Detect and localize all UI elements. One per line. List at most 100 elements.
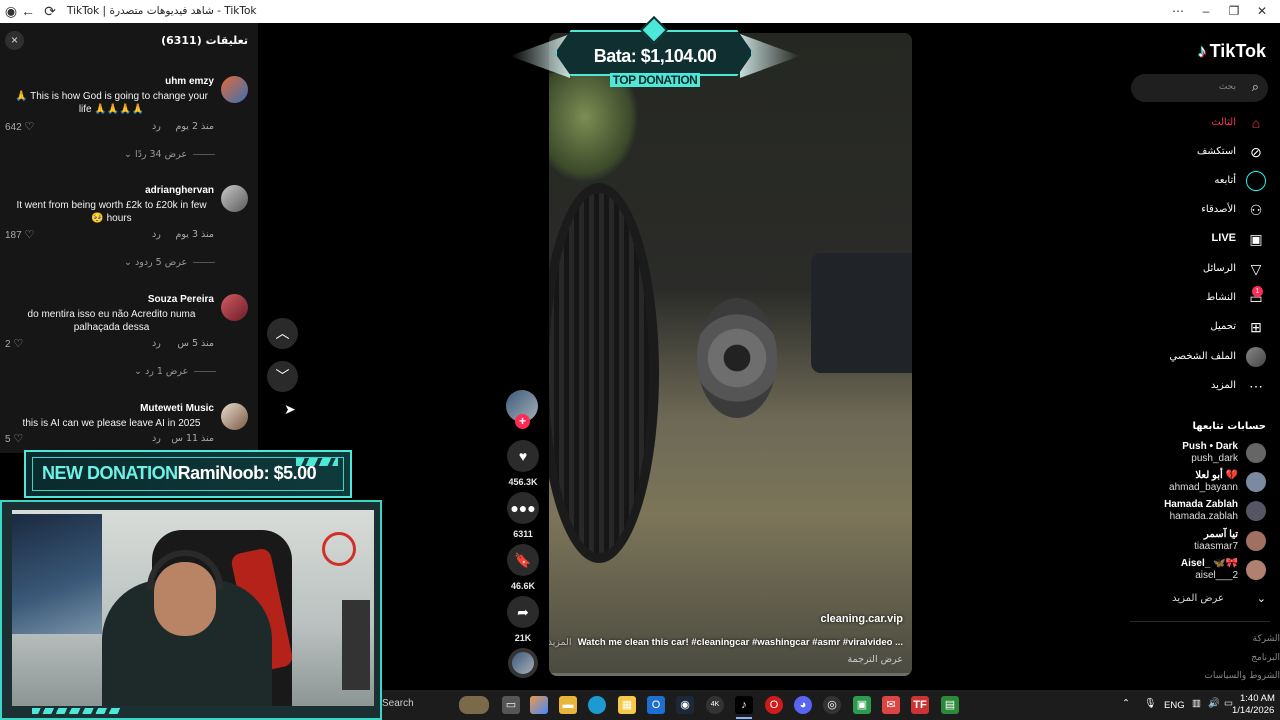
nav-item-explore[interactable]: ⊘ استكشف: [1116, 142, 1266, 162]
logo-text: TikTok: [1209, 41, 1266, 61]
avatar[interactable]: [221, 185, 248, 212]
back-icon[interactable]: ←: [20, 3, 36, 19]
tiktok-logo[interactable]: ♪ TikTok: [1198, 41, 1266, 62]
nav-item-friends[interactable]: ⚇ الأصدقاء: [1116, 200, 1266, 220]
share-action[interactable]: ➦ 21K: [506, 596, 540, 643]
comment-username[interactable]: Muteweti Music: [140, 403, 214, 414]
like-count[interactable]: 5 ♡: [5, 432, 23, 445]
view-replies[interactable]: ⌄ عرض 34 ردًا: [124, 149, 215, 160]
4k-icon[interactable]: 4K: [706, 696, 724, 714]
like-count[interactable]: 2 ♡: [5, 337, 23, 350]
avatar[interactable]: [221, 403, 248, 430]
reply-button[interactable]: رد: [152, 338, 161, 349]
notification-badge: 1: [1252, 286, 1263, 297]
copilot-icon[interactable]: [530, 696, 548, 714]
nav-item-activity[interactable]: ▭ النشاط: [1116, 288, 1266, 308]
task-view-icon[interactable]: ▭: [502, 696, 520, 714]
clock-time[interactable]: 1:40 AM: [1240, 693, 1275, 704]
footer-link[interactable]: الشركة: [1253, 634, 1280, 644]
footer-link[interactable]: البرنامج: [1251, 653, 1280, 663]
obs-icon[interactable]: ◎: [823, 696, 841, 714]
search-input[interactable]: بحث ⌕: [1131, 74, 1268, 102]
heart-icon[interactable]: ♥: [507, 440, 539, 472]
view-replies[interactable]: ⌄ عرض 1 رد: [134, 366, 217, 377]
network-icon[interactable]: ▥: [1192, 698, 1201, 709]
show-more-button[interactable]: عرض المزيد ⌄: [1116, 592, 1266, 606]
followed-account[interactable]: أبو لعلا 💔 ahmad_bayann: [1116, 470, 1266, 494]
caption-more[interactable]: المزيد: [549, 637, 572, 648]
followed-account[interactable]: تيا آسمر tiaasmar7: [1116, 529, 1266, 553]
like-action[interactable]: ♥ 456.3K: [506, 440, 540, 487]
followed-account[interactable]: Push • Dark push_dark: [1116, 441, 1266, 465]
chevron-up-icon[interactable]: ⌃: [1122, 698, 1130, 709]
search-placeholder: بحث: [1218, 82, 1236, 92]
reply-button[interactable]: رد: [152, 229, 161, 240]
comment-username[interactable]: adrianghervan: [145, 185, 214, 196]
opera-icon[interactable]: O: [765, 696, 783, 714]
bookmark-icon[interactable]: 🔖: [507, 544, 539, 576]
restore-icon[interactable]: ❐: [1224, 3, 1244, 19]
mail-icon[interactable]: ✉: [882, 696, 900, 714]
footer-link[interactable]: الشروط والسياسات: [1204, 671, 1280, 681]
heart-outline-icon[interactable]: ♡: [24, 229, 34, 241]
outlook-icon[interactable]: O: [647, 696, 665, 714]
heart-outline-icon[interactable]: ♡: [13, 338, 23, 350]
like-count[interactable]: 187 ♡: [5, 228, 34, 241]
nav-item-live[interactable]: ▣ LIVE: [1116, 229, 1266, 249]
more-icon[interactable]: ⋯: [1168, 3, 1188, 19]
taskbar-search[interactable]: Search: [382, 698, 414, 709]
nav-label: الرسائل: [1202, 263, 1236, 274]
sound-disc-icon[interactable]: [508, 648, 538, 678]
video-progress-bar[interactable]: [549, 673, 912, 676]
video-author[interactable]: cleaning.car.vip: [820, 613, 903, 625]
view-replies[interactable]: ⌄ عرض 5 ردود: [124, 257, 216, 268]
discord-icon[interactable]: ◕: [794, 696, 812, 714]
game-app-icon[interactable]: ▣: [853, 696, 871, 714]
reply-button[interactable]: رد: [152, 121, 161, 132]
app-icon[interactable]: ▤: [941, 696, 959, 714]
store-icon[interactable]: ▦: [618, 696, 636, 714]
nav-item-upload[interactable]: ⊞ تحميل: [1116, 317, 1266, 337]
share-icon[interactable]: ➦: [507, 596, 539, 628]
previous-video-button[interactable]: ︿: [267, 318, 298, 349]
close-comments-button[interactable]: ×: [5, 31, 24, 50]
avatar[interactable]: [221, 76, 248, 103]
avatar: [1246, 531, 1266, 551]
nav-item-profile[interactable]: الملف الشخصي: [1116, 347, 1266, 367]
like-count[interactable]: 642 ♡: [5, 120, 34, 133]
close-icon[interactable]: ✕: [1252, 3, 1272, 19]
nav-item-more[interactable]: ⋯ المزيد: [1116, 376, 1266, 396]
microphone-icon[interactable]: 🎙: [1144, 698, 1156, 709]
save-action[interactable]: 🔖 46.6K: [506, 544, 540, 591]
folder-icon[interactable]: ▬: [559, 696, 577, 714]
minimize-icon[interactable]: –: [1196, 3, 1216, 19]
comment-action[interactable]: ●●● 6311: [506, 492, 540, 539]
tiktok-app-icon[interactable]: ♪: [735, 696, 753, 714]
tf-app-icon[interactable]: TF: [911, 696, 929, 714]
comment-bubble-icon[interactable]: ●●●: [507, 492, 539, 524]
see-translation-link[interactable]: عرض الترجمة: [847, 654, 903, 665]
follow-plus-icon[interactable]: +: [515, 414, 530, 429]
next-video-button[interactable]: ﹀: [267, 361, 298, 392]
widget-icon[interactable]: [459, 696, 489, 714]
search-icon[interactable]: ⌕: [1252, 79, 1259, 95]
video-player[interactable]: cleaning.car.vip المزيد Watch me clean th…: [549, 33, 912, 676]
reload-icon[interactable]: ⟳: [42, 3, 58, 19]
followed-account[interactable]: Aisel_ 🦋🎀 aisel___2: [1116, 558, 1266, 582]
avatar[interactable]: [221, 294, 248, 321]
volume-icon[interactable]: 🔊: [1208, 698, 1220, 709]
heart-outline-icon[interactable]: ♡: [13, 433, 23, 445]
edge-icon[interactable]: [588, 696, 606, 714]
nav-label: النشاط: [1205, 292, 1236, 303]
nav-item-following[interactable]: أتابعه: [1116, 171, 1266, 191]
heart-outline-icon[interactable]: ♡: [24, 121, 34, 133]
clock-date[interactable]: 1/14/2026: [1232, 705, 1274, 716]
nav-item-messages[interactable]: ▽ الرسائل: [1116, 259, 1266, 279]
comment-username[interactable]: Souza Pereira: [148, 294, 214, 305]
language-indicator[interactable]: ENG: [1164, 700, 1185, 711]
followed-account[interactable]: Hamada Zablah hamada.zablah: [1116, 499, 1266, 523]
reply-button[interactable]: رد: [152, 433, 161, 444]
comment-username[interactable]: uhm emzy: [165, 76, 214, 87]
nav-item-home[interactable]: ⌂ الثالث: [1116, 113, 1266, 133]
steam-icon[interactable]: ◉: [676, 696, 694, 714]
